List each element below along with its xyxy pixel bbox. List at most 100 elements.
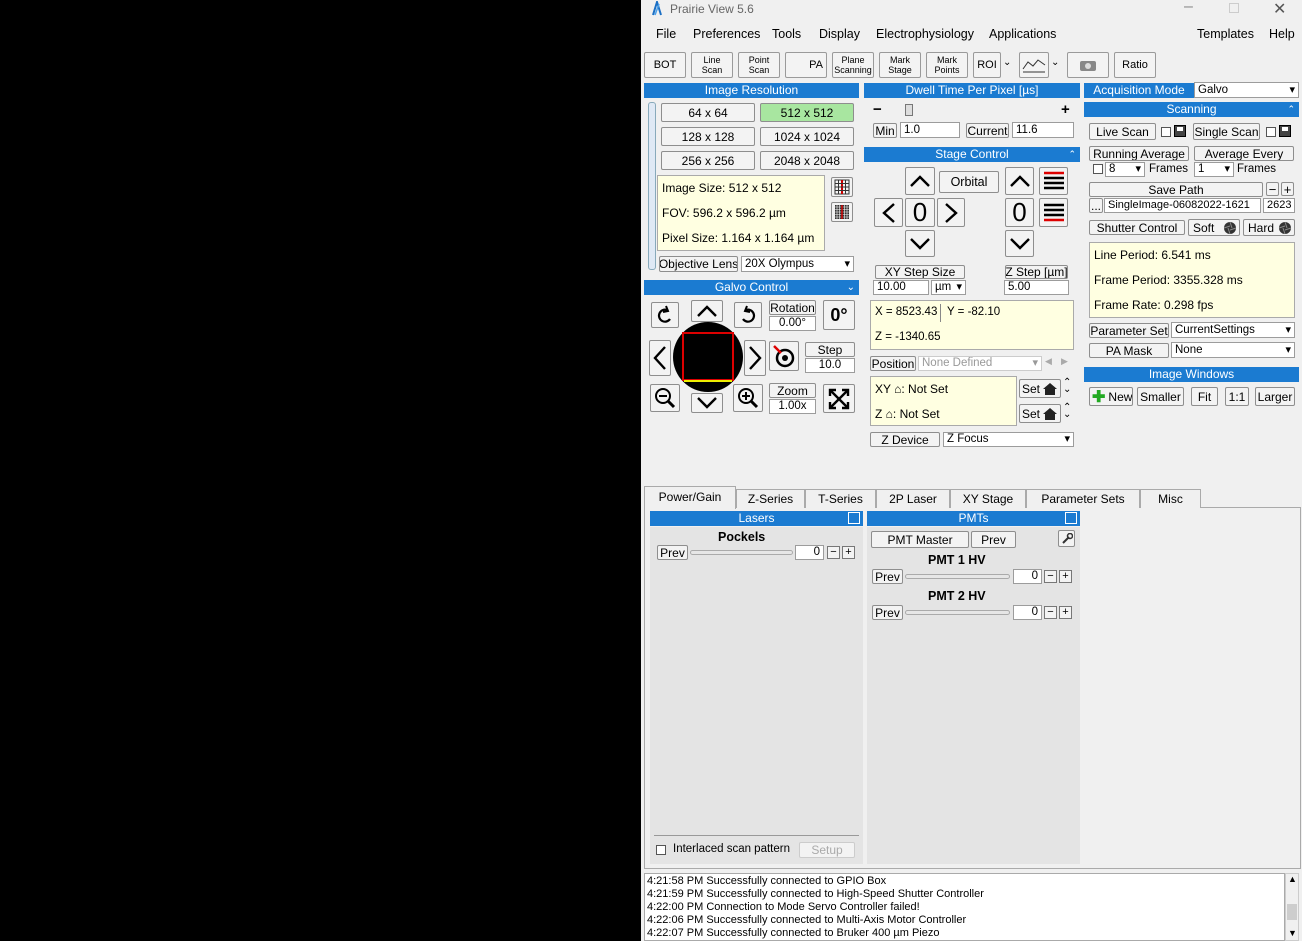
stage-left-button[interactable]: [874, 198, 903, 227]
stage-xy-zero-button[interactable]: 0: [905, 198, 935, 227]
running-average-select[interactable]: 8: [1105, 162, 1145, 177]
tab-2p-laser[interactable]: 2P Laser: [876, 489, 950, 508]
rotation-button[interactable]: Rotation: [769, 300, 816, 315]
set-z-home-button[interactable]: Set: [1019, 404, 1061, 423]
save-path-add-button[interactable]: +: [1281, 182, 1294, 196]
stage-right-button[interactable]: [937, 198, 965, 227]
menu-tools[interactable]: Tools: [772, 27, 801, 41]
save-icon[interactable]: [1279, 125, 1291, 137]
xy-step-size-button[interactable]: XY Step Size: [875, 265, 965, 279]
pmt-master-button[interactable]: PMT Master: [871, 531, 969, 548]
rotate-cw-button[interactable]: [734, 302, 762, 328]
mark-stage-button[interactable]: Mark Stage: [879, 52, 921, 78]
stage-down-button[interactable]: [905, 230, 935, 257]
dwell-decrease-button[interactable]: −: [873, 101, 882, 118]
save-icon[interactable]: [1174, 125, 1186, 137]
galvo-left-button[interactable]: [649, 340, 671, 376]
dwell-slider-thumb[interactable]: [905, 104, 913, 116]
scroll-thumb[interactable]: [1287, 904, 1297, 920]
parameter-set-button[interactable]: Parameter Set: [1089, 323, 1169, 338]
zoom-out-button[interactable]: [650, 384, 680, 412]
menu-display[interactable]: Display: [819, 27, 860, 41]
pockels-value-field[interactable]: 0: [795, 545, 824, 560]
roi-button[interactable]: ROI: [973, 52, 1001, 78]
pmt-prev-button[interactable]: Prev: [971, 531, 1016, 548]
browse-button[interactable]: ...: [1089, 198, 1103, 213]
pmt2-value-field[interactable]: 0: [1013, 605, 1042, 620]
live-scan-save-checkbox[interactable]: [1161, 127, 1171, 137]
pmt1-slider[interactable]: [905, 574, 1010, 579]
resolution-256-button[interactable]: 256 x 256: [661, 151, 755, 170]
minimize-icon[interactable]: –: [1184, 0, 1193, 16]
menu-preferences[interactable]: Preferences: [693, 27, 760, 41]
galvo-up-button[interactable]: [691, 300, 723, 322]
position-prev-icon[interactable]: ◀: [1045, 356, 1052, 367]
dwell-min-field[interactable]: 1.0: [900, 122, 960, 138]
single-scan-save-checkbox[interactable]: [1266, 127, 1276, 137]
z-step-field[interactable]: 5.00: [1004, 280, 1069, 295]
menu-help[interactable]: Help: [1269, 27, 1295, 41]
line-scan-button[interactable]: Line Scan: [691, 52, 733, 78]
z-home-menu-icon[interactable]: ⌃ ⌄: [1063, 403, 1071, 420]
dwell-current-field[interactable]: 11.6: [1012, 122, 1074, 138]
close-icon[interactable]: ✕: [1273, 0, 1286, 19]
new-window-button[interactable]: ✚ New: [1089, 387, 1133, 406]
dwell-increase-button[interactable]: +: [1061, 101, 1070, 118]
z-fast-down-button[interactable]: [1039, 198, 1068, 227]
xy-step-field[interactable]: 10.00: [873, 280, 929, 295]
rotate-ccw-button[interactable]: [651, 302, 679, 328]
step-button[interactable]: Step: [805, 342, 855, 357]
running-average-button[interactable]: Running Average: [1089, 146, 1189, 161]
pa-mask-button[interactable]: PA Mask: [1089, 343, 1169, 358]
menu-file[interactable]: File: [656, 27, 676, 41]
collapse-handle[interactable]: [648, 102, 656, 270]
dense-grid-button[interactable]: [831, 202, 853, 222]
zoom-button[interactable]: Zoom: [769, 383, 816, 398]
zoom-in-button[interactable]: [733, 384, 763, 412]
resolution-2048-button[interactable]: 2048 x 2048: [760, 151, 854, 170]
acquisition-mode-select[interactable]: Galvo: [1194, 82, 1299, 98]
log-scrollbar[interactable]: ▲ ▼: [1285, 873, 1299, 941]
resolution-128-button[interactable]: 128 x 128: [661, 127, 755, 146]
position-select[interactable]: None Defined: [918, 356, 1042, 371]
z-device-select[interactable]: Z Focus: [943, 432, 1074, 447]
parameter-set-select[interactable]: CurrentSettings: [1171, 322, 1295, 338]
galvo-down-button[interactable]: [691, 393, 723, 413]
step-field[interactable]: 10.0: [805, 358, 855, 373]
pa-button[interactable]: PA: [785, 52, 827, 78]
setup-button[interactable]: Setup: [799, 842, 855, 858]
pmt2-prev-button[interactable]: Prev: [872, 605, 903, 620]
tab-misc[interactable]: Misc: [1140, 489, 1201, 508]
z-zero-button[interactable]: 0: [1005, 198, 1034, 227]
z-device-button[interactable]: Z Device: [870, 432, 940, 447]
scan-area-view[interactable]: [673, 322, 743, 392]
pmt2-decrease-button[interactable]: −: [1044, 606, 1057, 619]
rotation-reset-button[interactable]: 0°: [823, 300, 855, 330]
roi-dropdown-icon[interactable]: ⌄: [1003, 57, 1011, 68]
objective-lens-select[interactable]: 20X Olympus: [741, 256, 854, 272]
soft-shutter-button[interactable]: Soft: [1188, 219, 1240, 236]
resolution-64-button[interactable]: 64 x 64: [661, 103, 755, 122]
tab-parameter-sets[interactable]: Parameter Sets: [1026, 489, 1140, 508]
menu-applications[interactable]: Applications: [989, 27, 1056, 41]
position-button[interactable]: Position: [870, 356, 916, 371]
collapse-icon[interactable]: ⌄: [847, 280, 855, 295]
smaller-button[interactable]: Smaller: [1137, 387, 1184, 406]
save-path-button[interactable]: Save Path: [1089, 182, 1263, 197]
rotation-field[interactable]: 0.00°: [769, 316, 816, 331]
save-path-field[interactable]: SingleImage-06082022-1621: [1104, 198, 1261, 213]
popout-icon[interactable]: [848, 512, 860, 524]
dwell-current-button[interactable]: Current: [966, 123, 1009, 138]
pockels-increase-button[interactable]: +: [842, 546, 855, 559]
tab-z-series[interactable]: Z-Series: [736, 489, 805, 508]
z-fast-up-button[interactable]: [1039, 167, 1068, 195]
single-scan-button[interactable]: Single Scan: [1193, 123, 1260, 140]
pmt2-slider[interactable]: [905, 610, 1010, 615]
pmt2-increase-button[interactable]: +: [1059, 606, 1072, 619]
pmt1-prev-button[interactable]: Prev: [872, 569, 903, 584]
camera-button[interactable]: [1067, 52, 1109, 78]
average-every-select[interactable]: 1: [1194, 162, 1234, 177]
z-up-button[interactable]: [1005, 167, 1034, 195]
stage-up-button[interactable]: [905, 167, 935, 195]
fit-button[interactable]: Fit: [1191, 387, 1218, 406]
